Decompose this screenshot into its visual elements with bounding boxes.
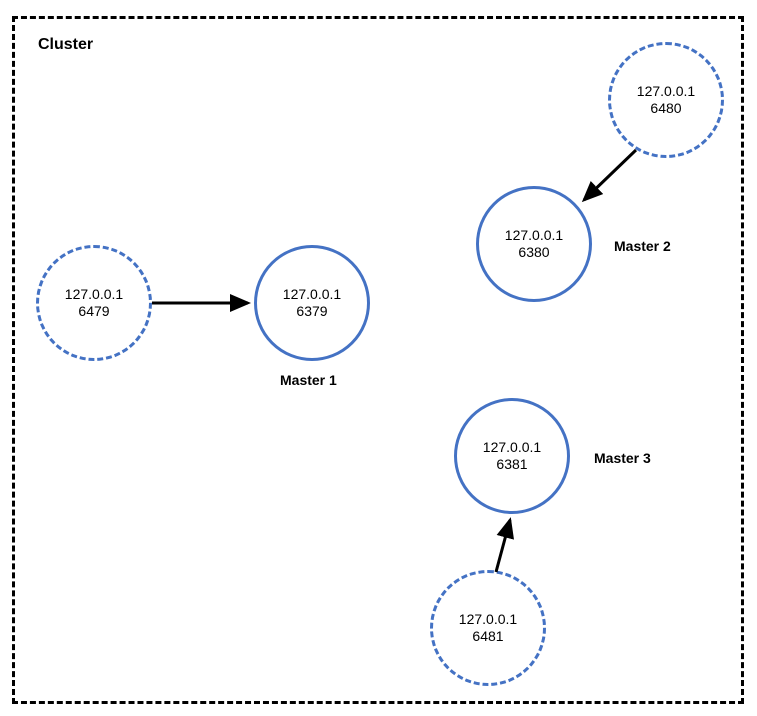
node-port: 6381 bbox=[496, 456, 527, 474]
node-master-1: 127.0.0.1 6379 bbox=[254, 245, 370, 361]
label-master-2: Master 2 bbox=[614, 238, 671, 254]
node-ip: 127.0.0.1 bbox=[459, 611, 517, 629]
node-slave-2: 127.0.0.1 6480 bbox=[608, 42, 724, 158]
node-slave-1: 127.0.0.1 6479 bbox=[36, 245, 152, 361]
node-ip: 127.0.0.1 bbox=[505, 227, 563, 245]
node-port: 6480 bbox=[650, 100, 681, 118]
label-master-3: Master 3 bbox=[594, 450, 651, 466]
node-port: 6481 bbox=[472, 628, 503, 646]
node-slave-3: 127.0.0.1 6481 bbox=[430, 570, 546, 686]
cluster-title: Cluster bbox=[38, 36, 93, 54]
node-port: 6479 bbox=[78, 303, 109, 321]
node-ip: 127.0.0.1 bbox=[65, 286, 123, 304]
diagram-canvas: Cluster 127.0.0.1 6479 127.0.0.1 6379 Ma… bbox=[0, 0, 757, 716]
node-port: 6380 bbox=[518, 244, 549, 262]
node-master-3: 127.0.0.1 6381 bbox=[454, 398, 570, 514]
node-ip: 127.0.0.1 bbox=[283, 286, 341, 304]
node-master-2: 127.0.0.1 6380 bbox=[476, 186, 592, 302]
node-ip: 127.0.0.1 bbox=[483, 439, 541, 457]
node-ip: 127.0.0.1 bbox=[637, 83, 695, 101]
node-port: 6379 bbox=[296, 303, 327, 321]
label-master-1: Master 1 bbox=[280, 372, 337, 388]
